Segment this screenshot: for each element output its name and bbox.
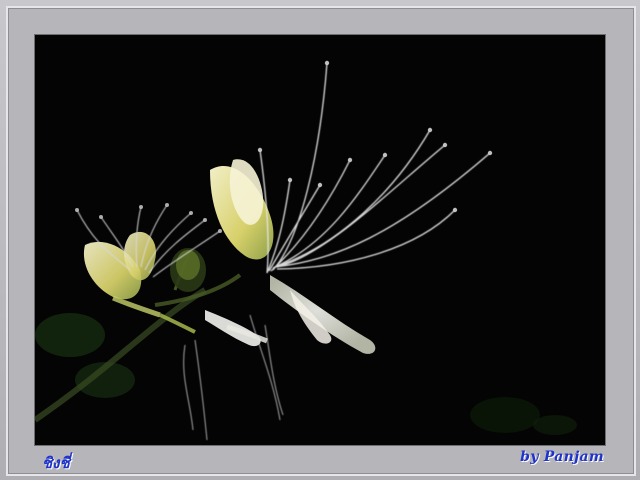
flower-illustration — [35, 60, 577, 441]
caption-left: ชิงชี่ — [42, 454, 70, 472]
picture-frame: ชิงชี่ by Panjam — [0, 0, 640, 480]
leaf-blur — [470, 397, 540, 433]
caption-right: by Panjam — [520, 449, 604, 465]
leaf-blur — [35, 313, 105, 357]
flower-photo — [35, 35, 605, 445]
leaf-blur — [533, 415, 577, 435]
